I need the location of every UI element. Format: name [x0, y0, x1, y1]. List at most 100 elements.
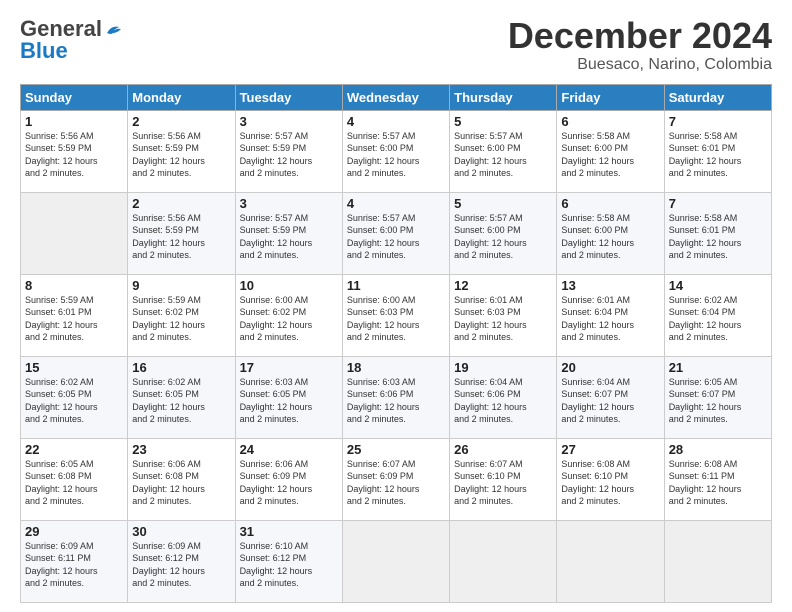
day-info: Sunrise: 6:05 AM Sunset: 6:08 PM Dayligh…: [25, 458, 123, 508]
day-number: 23: [132, 442, 230, 457]
day-info: Sunrise: 5:57 AM Sunset: 6:00 PM Dayligh…: [454, 130, 552, 180]
day-info: Sunrise: 6:07 AM Sunset: 6:09 PM Dayligh…: [347, 458, 445, 508]
calendar-day-cell: 1Sunrise: 5:56 AM Sunset: 5:59 PM Daylig…: [21, 110, 128, 192]
calendar-day-cell: 23Sunrise: 6:06 AM Sunset: 6:08 PM Dayli…: [128, 438, 235, 520]
calendar-day-cell: 6Sunrise: 5:58 AM Sunset: 6:00 PM Daylig…: [557, 192, 664, 274]
day-info: Sunrise: 6:08 AM Sunset: 6:11 PM Dayligh…: [669, 458, 767, 508]
calendar-day-cell: [21, 192, 128, 274]
day-number: 21: [669, 360, 767, 375]
day-number: 4: [347, 196, 445, 211]
calendar-day-cell: 27Sunrise: 6:08 AM Sunset: 6:10 PM Dayli…: [557, 438, 664, 520]
day-number: 2: [132, 196, 230, 211]
day-info: Sunrise: 6:03 AM Sunset: 6:05 PM Dayligh…: [240, 376, 338, 426]
col-tuesday: Tuesday: [235, 84, 342, 110]
day-number: 12: [454, 278, 552, 293]
calendar-day-cell: 8Sunrise: 5:59 AM Sunset: 6:01 PM Daylig…: [21, 274, 128, 356]
calendar-day-cell: 30Sunrise: 6:09 AM Sunset: 6:12 PM Dayli…: [128, 520, 235, 602]
day-number: 31: [240, 524, 338, 539]
day-info: Sunrise: 6:07 AM Sunset: 6:10 PM Dayligh…: [454, 458, 552, 508]
calendar-day-cell: 18Sunrise: 6:03 AM Sunset: 6:06 PM Dayli…: [342, 356, 449, 438]
day-number: 9: [132, 278, 230, 293]
logo: General Blue: [20, 16, 123, 64]
day-number: 17: [240, 360, 338, 375]
col-thursday: Thursday: [450, 84, 557, 110]
calendar-day-cell: 11Sunrise: 6:00 AM Sunset: 6:03 PM Dayli…: [342, 274, 449, 356]
day-info: Sunrise: 5:59 AM Sunset: 6:01 PM Dayligh…: [25, 294, 123, 344]
calendar-week-row: 15Sunrise: 6:02 AM Sunset: 6:05 PM Dayli…: [21, 356, 772, 438]
col-friday: Friday: [557, 84, 664, 110]
day-info: Sunrise: 5:57 AM Sunset: 5:59 PM Dayligh…: [240, 212, 338, 262]
calendar-day-cell: 12Sunrise: 6:01 AM Sunset: 6:03 PM Dayli…: [450, 274, 557, 356]
day-number: 27: [561, 442, 659, 457]
day-info: Sunrise: 5:59 AM Sunset: 6:02 PM Dayligh…: [132, 294, 230, 344]
day-info: Sunrise: 5:57 AM Sunset: 6:00 PM Dayligh…: [347, 212, 445, 262]
day-info: Sunrise: 6:06 AM Sunset: 6:08 PM Dayligh…: [132, 458, 230, 508]
calendar-day-cell: [342, 520, 449, 602]
day-number: 20: [561, 360, 659, 375]
calendar-day-cell: 14Sunrise: 6:02 AM Sunset: 6:04 PM Dayli…: [664, 274, 771, 356]
calendar-day-cell: 31Sunrise: 6:10 AM Sunset: 6:12 PM Dayli…: [235, 520, 342, 602]
day-number: 3: [240, 114, 338, 129]
day-number: 4: [347, 114, 445, 129]
day-info: Sunrise: 6:02 AM Sunset: 6:05 PM Dayligh…: [132, 376, 230, 426]
col-saturday: Saturday: [664, 84, 771, 110]
day-number: 13: [561, 278, 659, 293]
day-info: Sunrise: 6:09 AM Sunset: 6:12 PM Dayligh…: [132, 540, 230, 590]
day-info: Sunrise: 5:58 AM Sunset: 6:00 PM Dayligh…: [561, 212, 659, 262]
day-info: Sunrise: 6:05 AM Sunset: 6:07 PM Dayligh…: [669, 376, 767, 426]
day-info: Sunrise: 6:04 AM Sunset: 6:06 PM Dayligh…: [454, 376, 552, 426]
day-number: 7: [669, 114, 767, 129]
location-subtitle: Buesaco, Narino, Colombia: [508, 56, 772, 74]
day-info: Sunrise: 5:58 AM Sunset: 6:01 PM Dayligh…: [669, 130, 767, 180]
col-monday: Monday: [128, 84, 235, 110]
calendar-day-cell: 3Sunrise: 5:57 AM Sunset: 5:59 PM Daylig…: [235, 110, 342, 192]
day-number: 6: [561, 114, 659, 129]
calendar-day-cell: 15Sunrise: 6:02 AM Sunset: 6:05 PM Dayli…: [21, 356, 128, 438]
day-info: Sunrise: 5:56 AM Sunset: 5:59 PM Dayligh…: [132, 212, 230, 262]
calendar-day-cell: 6Sunrise: 5:58 AM Sunset: 6:00 PM Daylig…: [557, 110, 664, 192]
day-info: Sunrise: 6:06 AM Sunset: 6:09 PM Dayligh…: [240, 458, 338, 508]
calendar-day-cell: 13Sunrise: 6:01 AM Sunset: 6:04 PM Dayli…: [557, 274, 664, 356]
calendar-day-cell: 2Sunrise: 5:56 AM Sunset: 5:59 PM Daylig…: [128, 192, 235, 274]
day-info: Sunrise: 6:04 AM Sunset: 6:07 PM Dayligh…: [561, 376, 659, 426]
day-number: 10: [240, 278, 338, 293]
day-info: Sunrise: 5:58 AM Sunset: 6:00 PM Dayligh…: [561, 130, 659, 180]
day-number: 19: [454, 360, 552, 375]
logo-blue: Blue: [20, 38, 68, 64]
day-info: Sunrise: 6:00 AM Sunset: 6:02 PM Dayligh…: [240, 294, 338, 344]
day-number: 3: [240, 196, 338, 211]
day-number: 6: [561, 196, 659, 211]
calendar-day-cell: 22Sunrise: 6:05 AM Sunset: 6:08 PM Dayli…: [21, 438, 128, 520]
day-number: 18: [347, 360, 445, 375]
calendar-day-cell: 3Sunrise: 5:57 AM Sunset: 5:59 PM Daylig…: [235, 192, 342, 274]
day-number: 11: [347, 278, 445, 293]
day-info: Sunrise: 5:57 AM Sunset: 6:00 PM Dayligh…: [454, 212, 552, 262]
day-info: Sunrise: 5:56 AM Sunset: 5:59 PM Dayligh…: [25, 130, 123, 180]
col-wednesday: Wednesday: [342, 84, 449, 110]
calendar-day-cell: 21Sunrise: 6:05 AM Sunset: 6:07 PM Dayli…: [664, 356, 771, 438]
calendar-week-row: 22Sunrise: 6:05 AM Sunset: 6:08 PM Dayli…: [21, 438, 772, 520]
calendar-day-cell: 19Sunrise: 6:04 AM Sunset: 6:06 PM Dayli…: [450, 356, 557, 438]
day-info: Sunrise: 6:01 AM Sunset: 6:04 PM Dayligh…: [561, 294, 659, 344]
calendar-day-cell: 4Sunrise: 5:57 AM Sunset: 6:00 PM Daylig…: [342, 192, 449, 274]
day-info: Sunrise: 5:57 AM Sunset: 6:00 PM Dayligh…: [347, 130, 445, 180]
calendar-week-row: 8Sunrise: 5:59 AM Sunset: 6:01 PM Daylig…: [21, 274, 772, 356]
title-area: December 2024 Buesaco, Narino, Colombia: [508, 16, 772, 74]
day-info: Sunrise: 6:10 AM Sunset: 6:12 PM Dayligh…: [240, 540, 338, 590]
day-number: 1: [25, 114, 123, 129]
day-info: Sunrise: 6:08 AM Sunset: 6:10 PM Dayligh…: [561, 458, 659, 508]
day-info: Sunrise: 6:03 AM Sunset: 6:06 PM Dayligh…: [347, 376, 445, 426]
col-sunday: Sunday: [21, 84, 128, 110]
calendar-week-row: 1Sunrise: 5:56 AM Sunset: 5:59 PM Daylig…: [21, 110, 772, 192]
day-info: Sunrise: 5:56 AM Sunset: 5:59 PM Dayligh…: [132, 130, 230, 180]
month-title: December 2024: [508, 16, 772, 56]
calendar-day-cell: 29Sunrise: 6:09 AM Sunset: 6:11 PM Dayli…: [21, 520, 128, 602]
day-number: 5: [454, 114, 552, 129]
calendar-day-cell: [450, 520, 557, 602]
calendar-day-cell: [557, 520, 664, 602]
logo-bird-icon: [105, 23, 123, 37]
calendar-day-cell: 5Sunrise: 5:57 AM Sunset: 6:00 PM Daylig…: [450, 192, 557, 274]
day-number: 5: [454, 196, 552, 211]
calendar-day-cell: 4Sunrise: 5:57 AM Sunset: 6:00 PM Daylig…: [342, 110, 449, 192]
day-number: 30: [132, 524, 230, 539]
